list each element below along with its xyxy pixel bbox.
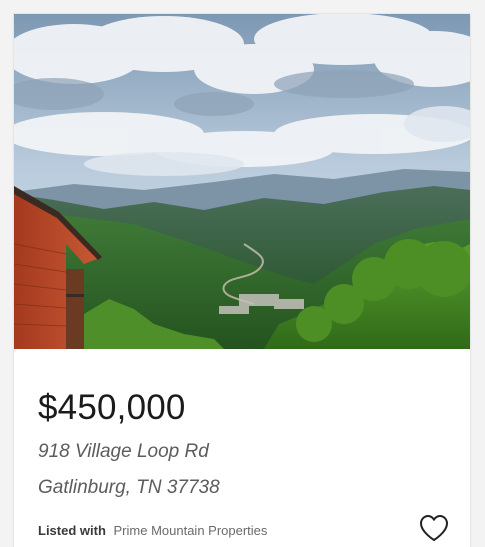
agent-name: Prime Mountain Properties (113, 523, 268, 538)
listing-info: $450,000 918 Village Loop Rd Gatlinburg,… (14, 349, 470, 547)
listing-card[interactable]: $450,000 918 Village Loop Rd Gatlinburg,… (14, 14, 470, 547)
listing-photo[interactable] (14, 14, 470, 349)
favorite-button[interactable] (418, 513, 450, 543)
address-line-2[interactable]: Gatlinburg, TN 37738 (38, 476, 220, 500)
address-line-1[interactable]: 918 Village Loop Rd (38, 440, 209, 464)
heart-outline-icon (420, 515, 448, 541)
listed-with-label: Listed with (38, 523, 106, 538)
listing-attribution: Listed with Prime Mountain Properties (38, 523, 267, 539)
listing-price: $450,000 (38, 388, 186, 427)
